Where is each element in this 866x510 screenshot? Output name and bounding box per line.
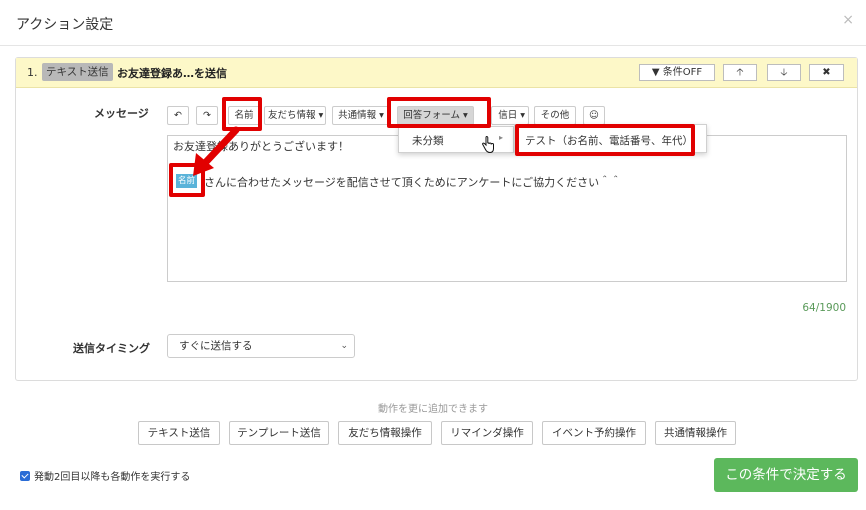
hand-pointer-icon	[481, 136, 494, 154]
redo-button[interactable]: ↷	[196, 106, 218, 125]
timing-label: 送信タイミング	[73, 342, 150, 355]
delete-action-button[interactable]: ✖	[809, 64, 844, 81]
editor-line-1: お友達登録ありがとうございます！	[173, 140, 349, 153]
other-button[interactable]: その他	[534, 106, 576, 125]
name-variable-chip[interactable]: 名前	[176, 174, 198, 188]
move-up-button[interactable]: 🡡	[723, 64, 757, 81]
editor-line-2: さんに合わせたメッセージを配信させて頂くためにアンケートにご協力ください＾＾	[204, 176, 622, 189]
condition-toggle-button[interactable]: ▼ 条件OFF	[639, 64, 715, 81]
add-text-send-button[interactable]: テキスト送信	[138, 421, 220, 445]
caret-right-icon: ▸	[498, 133, 503, 142]
answer-form-menu: 未分類 ▸	[398, 126, 514, 153]
menu-item-uncategorized[interactable]: 未分類	[412, 133, 444, 148]
menu-item-test-form[interactable]: テスト（お名前、電話番号、年代）	[525, 133, 693, 148]
message-label: メッセージ	[94, 107, 149, 120]
step-number: 1.	[27, 66, 38, 79]
action-card: 1. テキスト送信 お友達登録あ…を送信 ▼ 条件OFF 🡡 🡣 ✖ メッセージ…	[15, 57, 858, 381]
repeat-checkbox[interactable]	[20, 471, 30, 481]
repeat-checkbox-row[interactable]: 発動2回目以降も各動作を実行する	[20, 468, 190, 483]
modal-title: アクション設定	[16, 17, 114, 33]
chevron-down-icon: ⌄	[340, 341, 348, 351]
emoji-icon[interactable]: ☺	[583, 106, 605, 125]
close-icon[interactable]: ×	[842, 12, 854, 28]
timing-select-value: すぐに送信する	[179, 340, 253, 352]
submit-button[interactable]: この条件で決定する	[714, 458, 858, 492]
shared-info-dropdown[interactable]: 共通情報 ▾	[332, 106, 390, 125]
timing-select[interactable]: すぐに送信する ⌄	[167, 334, 355, 358]
step-type-badge: テキスト送信	[42, 63, 113, 81]
action-card-header: 1. テキスト送信 お友達登録あ…を送信 ▼ 条件OFF 🡡 🡣 ✖	[16, 58, 857, 88]
add-friend-info-button[interactable]: 友だち情報操作	[338, 421, 432, 445]
message-editor[interactable]: お友達登録ありがとうございます！ 名前 さんに合わせたメッセージを配信させて頂く…	[167, 135, 847, 282]
answer-form-submenu: テスト（お名前、電話番号、年代）	[514, 124, 707, 153]
move-down-button[interactable]: 🡣	[767, 64, 801, 81]
undo-button[interactable]: ↶	[167, 106, 189, 125]
date-dropdown[interactable]: 信日 ▾	[491, 106, 529, 125]
add-actions-note: 動作を更に追加できます	[378, 404, 488, 415]
add-event-reservation-button[interactable]: イベント予約操作	[542, 421, 646, 445]
friend-info-dropdown[interactable]: 友だち情報 ▾	[264, 106, 326, 125]
repeat-checkbox-label: 発動2回目以降も各動作を実行する	[34, 472, 191, 483]
insert-name-button[interactable]: 名前	[228, 106, 260, 125]
step-title: お友達登録あ…を送信	[117, 67, 227, 80]
add-template-send-button[interactable]: テンプレート送信	[229, 421, 329, 445]
add-reminder-button[interactable]: リマインダ操作	[441, 421, 533, 445]
character-count: 64/1900	[802, 302, 846, 314]
add-shared-info-button[interactable]: 共通情報操作	[655, 421, 736, 445]
modal-header: アクション設定 ×	[0, 0, 866, 46]
answer-form-dropdown[interactable]: 回答フォーム ▾	[397, 106, 474, 125]
